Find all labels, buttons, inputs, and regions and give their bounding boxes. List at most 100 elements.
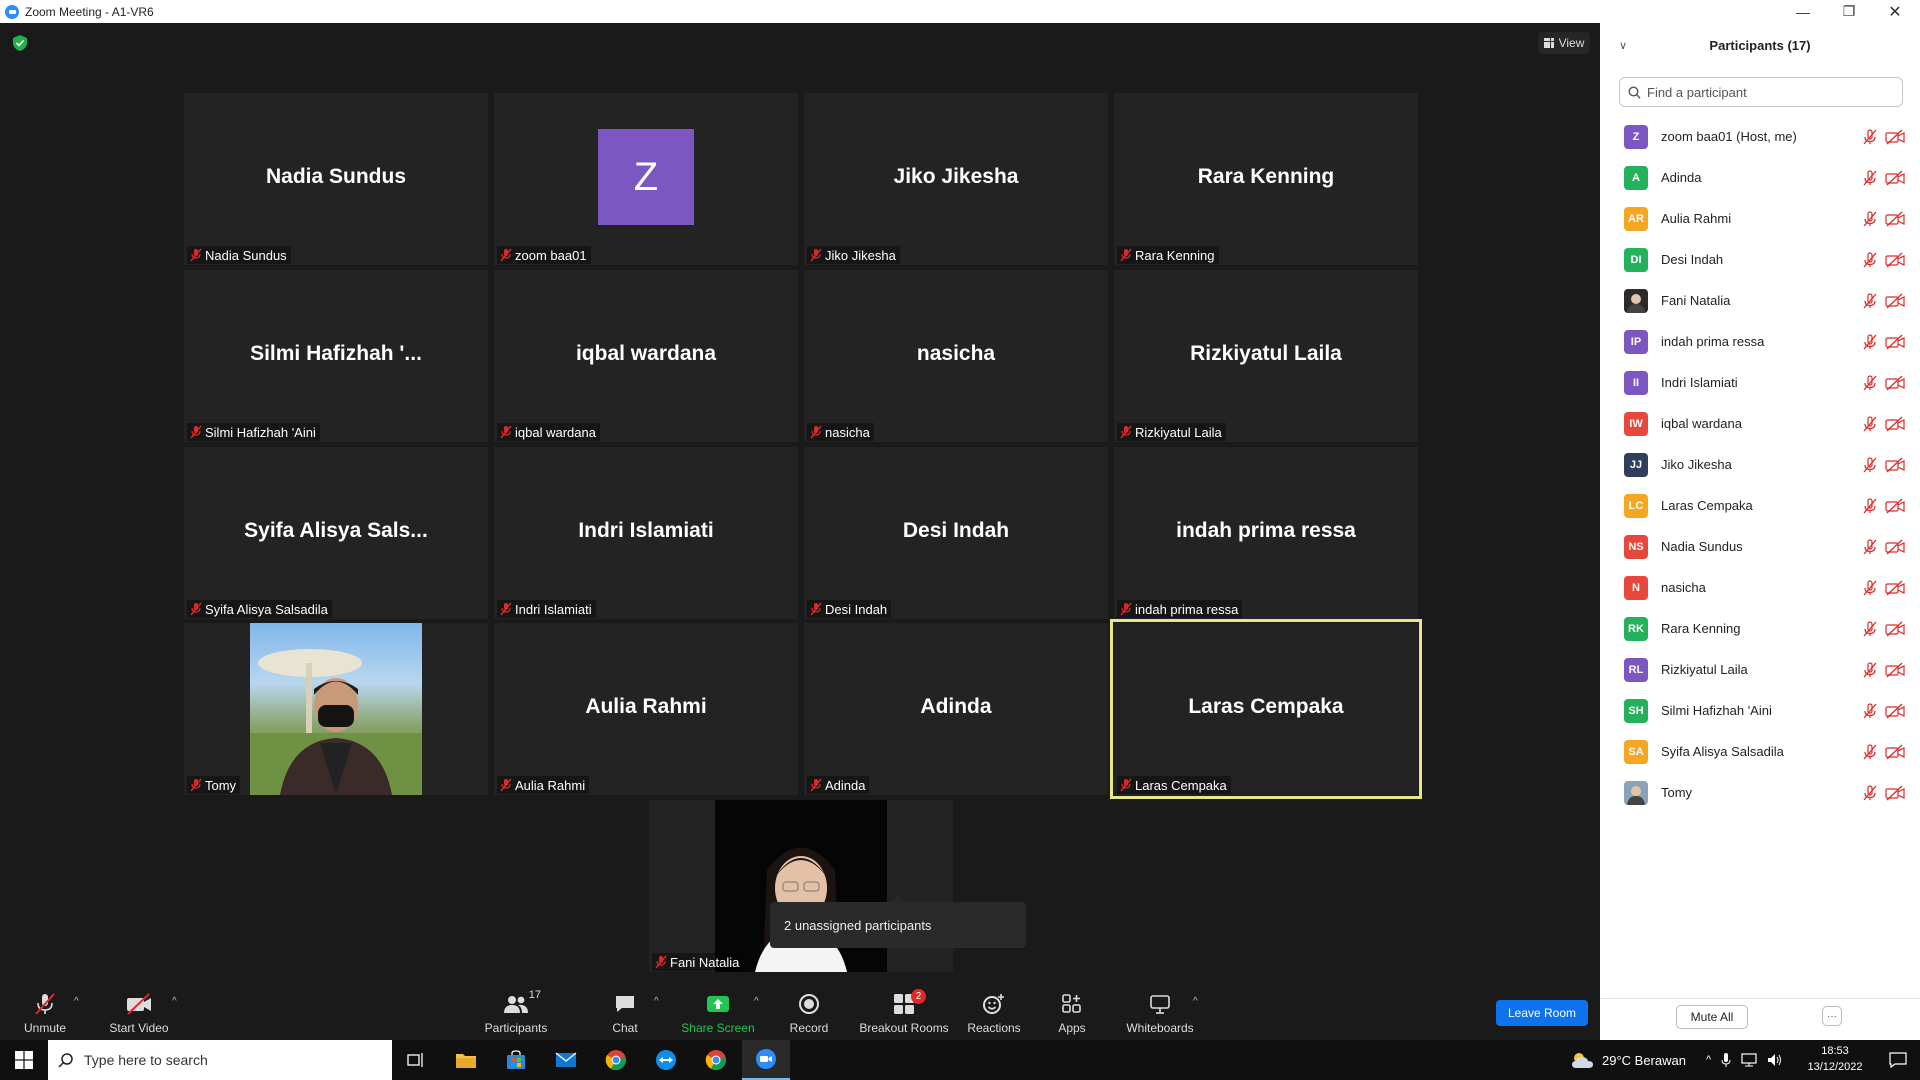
- muted-mic-icon[interactable]: [1862, 497, 1878, 514]
- video-off-icon[interactable]: [1885, 170, 1905, 186]
- participant-row[interactable]: RL Rizkiyatul Laila: [1600, 649, 1920, 690]
- chat-button[interactable]: Chat: [608, 984, 642, 1040]
- apps-button[interactable]: Apps: [1052, 984, 1092, 1040]
- start-video-button[interactable]: Start Video: [104, 984, 174, 1040]
- taskbar-search-box[interactable]: Type here to search: [48, 1040, 392, 1080]
- video-tile-jiko-jikesha[interactable]: Jiko Jikesha Jiko Jikesha: [804, 93, 1108, 265]
- minimize-button[interactable]: —: [1780, 0, 1826, 23]
- muted-mic-icon[interactable]: [1862, 579, 1878, 596]
- unmute-button[interactable]: Unmute: [20, 984, 70, 1040]
- video-tile-nasicha[interactable]: nasicha nasicha: [804, 270, 1108, 442]
- video-off-icon[interactable]: [1885, 703, 1905, 719]
- participant-row[interactable]: SA Syifa Alisya Salsadila: [1600, 731, 1920, 772]
- participant-row[interactable]: A Adinda: [1600, 157, 1920, 198]
- encryption-shield-icon[interactable]: [13, 35, 27, 51]
- video-off-icon[interactable]: [1885, 293, 1905, 309]
- video-tile-indri-islamiati[interactable]: Indri Islamiati Indri Islamiati: [494, 447, 798, 619]
- participant-row[interactable]: NS Nadia Sundus: [1600, 526, 1920, 567]
- participant-row[interactable]: IP indah prima ressa: [1600, 321, 1920, 362]
- whiteboards-button[interactable]: Whiteboards: [1124, 984, 1196, 1040]
- file-explorer-app[interactable]: [442, 1040, 490, 1080]
- notification-center-button[interactable]: [1876, 1040, 1920, 1080]
- video-off-icon[interactable]: [1885, 129, 1905, 145]
- muted-mic-icon[interactable]: [1862, 210, 1878, 227]
- chat-options-caret-icon[interactable]: ^: [654, 996, 659, 1007]
- share-options-caret-icon[interactable]: ^: [754, 996, 759, 1007]
- video-tile-indah-prima-ressa[interactable]: indah prima ressa indah prima ressa: [1114, 447, 1418, 619]
- muted-mic-icon[interactable]: [1862, 169, 1878, 186]
- video-tile-aulia-rahmi[interactable]: Aulia Rahmi Aulia Rahmi: [494, 623, 798, 795]
- muted-mic-icon[interactable]: [1862, 292, 1878, 309]
- taskbar-clock[interactable]: 18:53 13/12/2022: [1800, 1043, 1870, 1075]
- muted-mic-icon[interactable]: [1862, 374, 1878, 391]
- muted-mic-icon[interactable]: [1862, 702, 1878, 719]
- teamviewer-app[interactable]: [642, 1040, 690, 1080]
- video-off-icon[interactable]: [1885, 785, 1905, 801]
- microphone-tray-icon[interactable]: [1721, 1052, 1731, 1068]
- video-tile-desi-indah[interactable]: Desi Indah Desi Indah: [804, 447, 1108, 619]
- video-off-icon[interactable]: [1885, 375, 1905, 391]
- volume-icon[interactable]: [1767, 1053, 1783, 1067]
- muted-mic-icon[interactable]: [1862, 456, 1878, 473]
- muted-mic-icon[interactable]: [1862, 128, 1878, 145]
- video-tile-tomy[interactable]: Tomy: [184, 623, 488, 795]
- video-tile-nadia-sundus[interactable]: Nadia Sundus Nadia Sundus: [184, 93, 488, 265]
- participant-row[interactable]: LC Laras Cempaka: [1600, 485, 1920, 526]
- muted-mic-icon[interactable]: [1862, 784, 1878, 801]
- more-options-button[interactable]: ···: [1822, 1006, 1842, 1026]
- start-button[interactable]: [0, 1040, 48, 1080]
- reactions-button[interactable]: Reactions: [966, 984, 1022, 1040]
- participants-button[interactable]: 17 Participants: [480, 984, 552, 1040]
- show-hidden-icons-chevron-icon[interactable]: ^: [1706, 1054, 1711, 1066]
- video-options-caret-icon[interactable]: ^: [172, 996, 177, 1007]
- chrome-app[interactable]: [592, 1040, 640, 1080]
- unassigned-participants-tooltip[interactable]: 2 unassigned participants: [770, 896, 1026, 948]
- whiteboard-options-caret-icon[interactable]: ^: [1193, 996, 1198, 1007]
- participant-row[interactable]: AR Aulia Rahmi: [1600, 198, 1920, 239]
- video-off-icon[interactable]: [1885, 580, 1905, 596]
- chrome-profile-app[interactable]: [692, 1040, 740, 1080]
- task-view-button[interactable]: [392, 1040, 440, 1080]
- participant-row[interactable]: RK Rara Kenning: [1600, 608, 1920, 649]
- mute-all-button[interactable]: Mute All: [1676, 1005, 1748, 1029]
- audio-options-caret-icon[interactable]: ^: [74, 996, 79, 1007]
- video-tile-iqbal-wardana[interactable]: iqbal wardana iqbal wardana: [494, 270, 798, 442]
- muted-mic-icon[interactable]: [1862, 538, 1878, 555]
- video-off-icon[interactable]: [1885, 662, 1905, 678]
- video-tile-rizkiyatul-laila[interactable]: Rizkiyatul Laila Rizkiyatul Laila: [1114, 270, 1418, 442]
- participant-row[interactable]: SH Silmi Hafizhah 'Aini: [1600, 690, 1920, 731]
- video-off-icon[interactable]: [1885, 416, 1905, 432]
- muted-mic-icon[interactable]: [1862, 415, 1878, 432]
- video-tile-adinda[interactable]: Adinda Adinda: [804, 623, 1108, 795]
- zoom-app[interactable]: [742, 1040, 790, 1080]
- participant-search-input[interactable]: [1647, 84, 1887, 100]
- participant-row[interactable]: DI Desi Indah: [1600, 239, 1920, 280]
- video-off-icon[interactable]: [1885, 498, 1905, 514]
- video-off-icon[interactable]: [1885, 211, 1905, 227]
- video-tile-syifa-alisya[interactable]: Syifa Alisya Sals... Syifa Alisya Salsad…: [184, 447, 488, 619]
- video-off-icon[interactable]: [1885, 744, 1905, 760]
- video-off-icon[interactable]: [1885, 621, 1905, 637]
- breakout-rooms-button[interactable]: 2 Breakout Rooms: [856, 984, 952, 1040]
- video-tile-rara-kenning[interactable]: Rara Kenning Rara Kenning: [1114, 93, 1418, 265]
- restore-button[interactable]: ❐: [1826, 0, 1872, 23]
- muted-mic-icon[interactable]: [1862, 333, 1878, 350]
- muted-mic-icon[interactable]: [1862, 661, 1878, 678]
- participant-row[interactable]: Fani Natalia: [1600, 280, 1920, 321]
- participant-row[interactable]: Zzoom baa01 (Host, me): [1600, 116, 1920, 157]
- video-tile-laras-cempaka[interactable]: Laras Cempaka Laras Cempaka: [1110, 619, 1422, 799]
- close-window-button[interactable]: ✕: [1872, 0, 1918, 23]
- video-off-icon[interactable]: [1885, 539, 1905, 555]
- view-button[interactable]: View: [1538, 32, 1590, 54]
- participant-row[interactable]: II Indri Islamiati: [1600, 362, 1920, 403]
- leave-room-button[interactable]: Leave Room: [1496, 1000, 1588, 1026]
- mail-app[interactable]: [542, 1040, 590, 1080]
- participant-row[interactable]: IW iqbal wardana: [1600, 403, 1920, 444]
- participant-row[interactable]: Tomy: [1600, 772, 1920, 813]
- muted-mic-icon[interactable]: [1862, 251, 1878, 268]
- weather-widget[interactable]: 29°C Berawan: [1570, 1040, 1686, 1080]
- video-off-icon[interactable]: [1885, 457, 1905, 473]
- microsoft-store-app[interactable]: [492, 1040, 540, 1080]
- muted-mic-icon[interactable]: [1862, 743, 1878, 760]
- participant-row[interactable]: JJ Jiko Jikesha: [1600, 444, 1920, 485]
